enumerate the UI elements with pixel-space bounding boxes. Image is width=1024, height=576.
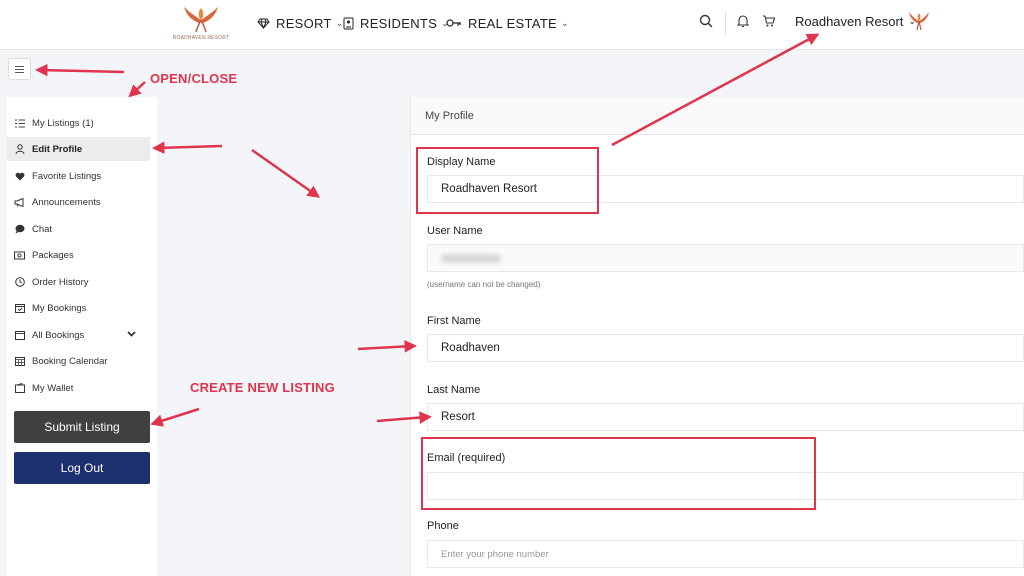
sidebar-item-favorite-listings[interactable]: Favorite Listings bbox=[7, 164, 150, 188]
megaphone-icon bbox=[14, 197, 25, 208]
arrow-to-form bbox=[251, 148, 321, 198]
arrow-to-first-name bbox=[357, 340, 417, 353]
phoenix-avatar-icon bbox=[909, 12, 929, 31]
sidebar-item-order-history[interactable]: Order History bbox=[7, 270, 150, 294]
sidebar-item-edit-profile[interactable]: Edit Profile bbox=[7, 137, 150, 161]
chevron-down-icon: ⌄ bbox=[561, 17, 569, 28]
calendar-icon bbox=[14, 330, 25, 341]
clock-icon bbox=[14, 277, 25, 288]
annotation-create-listing: CREATE NEW LISTING bbox=[190, 380, 335, 395]
top-navigation-bar: ROADHAVEN RESORT RESORT ⌄ RESIDENTS ⌄ RE… bbox=[0, 0, 1024, 50]
sidebar-item-label: Packages bbox=[32, 249, 74, 261]
bell-icon bbox=[736, 15, 750, 28]
sidebar-item-booking-calendar[interactable]: Booking Calendar bbox=[7, 349, 150, 373]
page-title: My Profile bbox=[425, 110, 474, 122]
last-name-input[interactable]: Resort bbox=[427, 403, 1024, 431]
id-card-icon bbox=[343, 17, 354, 29]
nav-label: RESORT bbox=[276, 15, 332, 31]
account-menu[interactable]: Roadhaven Resort ⌄ bbox=[795, 14, 916, 29]
sidebar-item-announcements[interactable]: Announcements bbox=[7, 190, 150, 214]
log-out-button[interactable]: Log Out bbox=[14, 452, 150, 484]
heart-icon bbox=[14, 171, 25, 182]
sidebar-toggle-button[interactable] bbox=[8, 58, 31, 80]
nav-resort[interactable]: RESORT ⌄ bbox=[257, 15, 344, 31]
user-name-input bbox=[427, 244, 1024, 272]
sidebar-item-label: My Listings (1) bbox=[32, 117, 94, 129]
phone-label: Phone bbox=[427, 520, 459, 532]
calendar-grid-icon bbox=[14, 356, 25, 367]
sidebar-item-label: Order History bbox=[32, 276, 89, 288]
username-hint: (username can not be changed) bbox=[427, 280, 541, 289]
notifications-button[interactable] bbox=[736, 14, 750, 33]
user-icon bbox=[14, 144, 25, 155]
arrow-to-submit-listing bbox=[150, 407, 200, 427]
logo-text: ROADHAVEN RESORT bbox=[172, 35, 230, 41]
nav-label: REAL ESTATE bbox=[468, 15, 558, 31]
sidebar-item-my-listings[interactable]: My Listings (1) bbox=[7, 111, 150, 135]
sidebar-item-packages[interactable]: Packages bbox=[7, 243, 150, 267]
sidebar-item-my-wallet[interactable]: My Wallet bbox=[7, 376, 150, 400]
sidebar-item-label: Announcements bbox=[32, 196, 101, 208]
sidebar-item-label: Booking Calendar bbox=[32, 355, 108, 367]
redacted-username bbox=[441, 253, 501, 263]
search-icon bbox=[699, 14, 713, 28]
calendar-check-icon bbox=[14, 303, 25, 314]
submit-listing-button[interactable]: Submit Listing bbox=[14, 411, 150, 443]
hamburger-icon bbox=[15, 65, 24, 67]
sidebar-item-my-bookings[interactable]: My Bookings bbox=[7, 296, 150, 320]
arrow-down-sidebar bbox=[128, 81, 146, 98]
arrow-to-toggle bbox=[35, 63, 125, 77]
package-icon bbox=[14, 250, 25, 261]
roadhaven-logo[interactable]: ROADHAVEN RESORT bbox=[170, 4, 232, 46]
panel-header: My Profile bbox=[411, 97, 1024, 135]
sidebar-item-label: All Bookings bbox=[32, 329, 85, 341]
diamond-icon bbox=[257, 18, 270, 29]
sidebar-item-chat[interactable]: Chat bbox=[7, 217, 150, 241]
key-icon bbox=[446, 19, 461, 27]
divider bbox=[725, 12, 726, 34]
nav-label: RESIDENTS bbox=[360, 15, 438, 31]
account-name: Roadhaven Resort bbox=[795, 14, 904, 29]
first-name-label: First Name bbox=[427, 315, 481, 327]
list-icon bbox=[14, 118, 25, 129]
cart-button[interactable] bbox=[762, 14, 776, 33]
phone-input[interactable]: Enter your phone number bbox=[427, 540, 1024, 568]
nav-residents[interactable]: RESIDENTS ⌄ bbox=[343, 15, 449, 31]
sidebar-item-label: Favorite Listings bbox=[32, 170, 102, 182]
wallet-icon bbox=[14, 383, 25, 394]
arrow-to-edit-profile bbox=[152, 141, 223, 155]
email-highlight-box bbox=[421, 437, 816, 510]
annotation-open-close: OPEN/CLOSE bbox=[150, 71, 238, 86]
phoenix-logo-icon bbox=[184, 7, 218, 33]
cart-icon bbox=[763, 15, 776, 27]
search-button[interactable] bbox=[699, 14, 713, 33]
display-name-highlight-box bbox=[416, 147, 599, 214]
chat-bubble-icon bbox=[14, 224, 25, 235]
nav-real-estate[interactable]: REAL ESTATE ⌄ bbox=[446, 15, 569, 31]
sidebar-item-label: My Wallet bbox=[32, 382, 74, 394]
first-name-input[interactable]: Roadhaven bbox=[427, 334, 1024, 362]
sidebar-item-all-bookings[interactable]: All Bookings bbox=[7, 323, 150, 347]
avatar[interactable] bbox=[908, 10, 930, 37]
user-name-label: User Name bbox=[427, 225, 483, 237]
last-name-label: Last Name bbox=[427, 384, 481, 396]
sidebar-item-label: Edit Profile bbox=[32, 143, 83, 155]
sidebar-item-label: Chat bbox=[32, 223, 53, 235]
chevron-down-icon[interactable] bbox=[127, 329, 136, 340]
sidebar-item-label: My Bookings bbox=[32, 302, 87, 314]
